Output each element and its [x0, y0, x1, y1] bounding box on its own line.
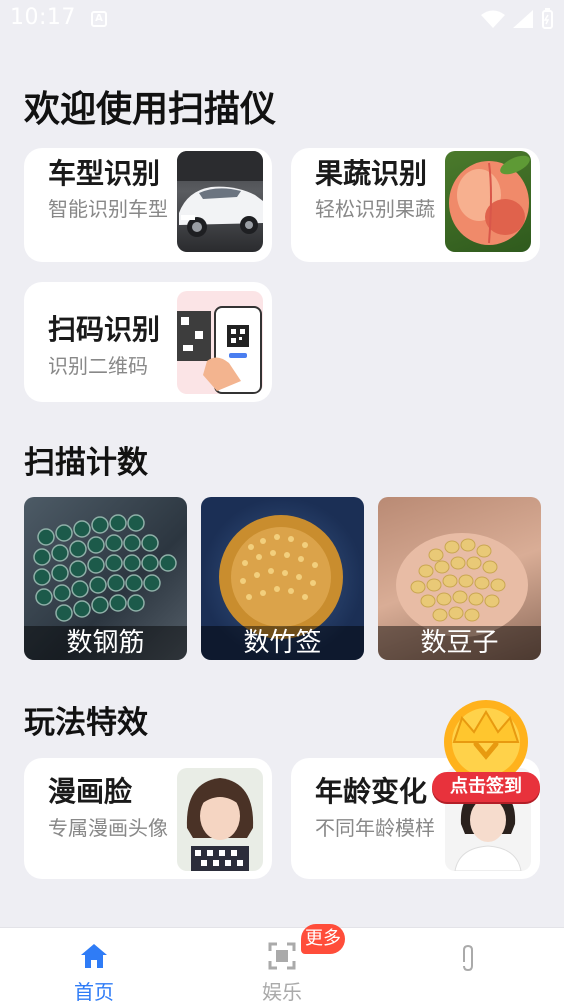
tile-label: 数豆子 [378, 626, 541, 660]
portrait-icon [186, 778, 254, 871]
card-subtitle: 专属漫画头像 [48, 816, 168, 840]
card-subtitle: 轻松识别果蔬 [315, 197, 435, 221]
nav-label-home: 首页 [74, 980, 114, 1004]
card-title: 果蔬识别 [315, 157, 428, 190]
qr-scan-icon [177, 306, 262, 394]
more-badge: 更多 [301, 924, 345, 954]
tile-label: 数钢筋 [24, 626, 187, 660]
tile-label: 数竹签 [201, 626, 364, 660]
tile-count-skewers[interactable]: 数竹签 [201, 497, 364, 660]
status-bar: 10:17 A [0, 0, 564, 40]
section-title-effects: 玩法特效 [24, 705, 148, 741]
tile-count-rebar[interactable]: 数钢筋 [24, 497, 187, 660]
status-time: 10:17 [10, 5, 76, 30]
page-title: 欢迎使用扫描仪 [24, 89, 277, 130]
scan-frame-icon [268, 942, 296, 970]
nav-item-home[interactable]: 首页 [34, 928, 154, 1004]
notification-icon: A [91, 11, 107, 27]
card-car-recognition[interactable]: 车型识别 智能识别车型 [24, 148, 272, 262]
home-icon [81, 944, 107, 968]
signin-label: 点击签到 [432, 772, 540, 802]
bottom-nav: 首页 娱乐 [0, 927, 564, 1004]
card-produce-recognition[interactable]: 果蔬识别 轻松识别果蔬 [291, 148, 540, 262]
signal-icon [513, 10, 533, 28]
car-thumbnail [177, 151, 263, 252]
nav-label-entertainment: 娱乐 [262, 980, 302, 1004]
card-subtitle: 不同年龄模样 [315, 816, 435, 840]
card-title: 年龄变化 [315, 775, 428, 808]
comic-face-thumbnail [177, 768, 263, 871]
status-icons [480, 8, 554, 30]
peach-thumbnail [445, 151, 531, 252]
qr-thumbnail [177, 291, 263, 394]
peach-icon [449, 155, 530, 245]
card-comic-face[interactable]: 漫画脸 专属漫画头像 [24, 758, 272, 879]
card-title: 漫画脸 [48, 775, 133, 808]
card-subtitle: 智能识别车型 [48, 197, 168, 221]
signin-button[interactable]: 点击签到 [432, 698, 540, 808]
card-title: 扫码识别 [48, 313, 161, 346]
tile-count-beans[interactable]: 数豆子 [378, 497, 541, 660]
card-title: 车型识别 [48, 157, 161, 190]
section-title-scan-count: 扫描计数 [24, 445, 148, 481]
car-icon [177, 151, 263, 237]
paperclip-icon [463, 944, 473, 972]
wifi-icon [481, 10, 505, 28]
nav-item-third[interactable] [408, 928, 528, 1004]
battery-icon [542, 8, 553, 29]
card-subtitle: 识别二维码 [48, 354, 148, 378]
card-qr-recognition[interactable]: 扫码识别 识别二维码 [24, 282, 272, 402]
